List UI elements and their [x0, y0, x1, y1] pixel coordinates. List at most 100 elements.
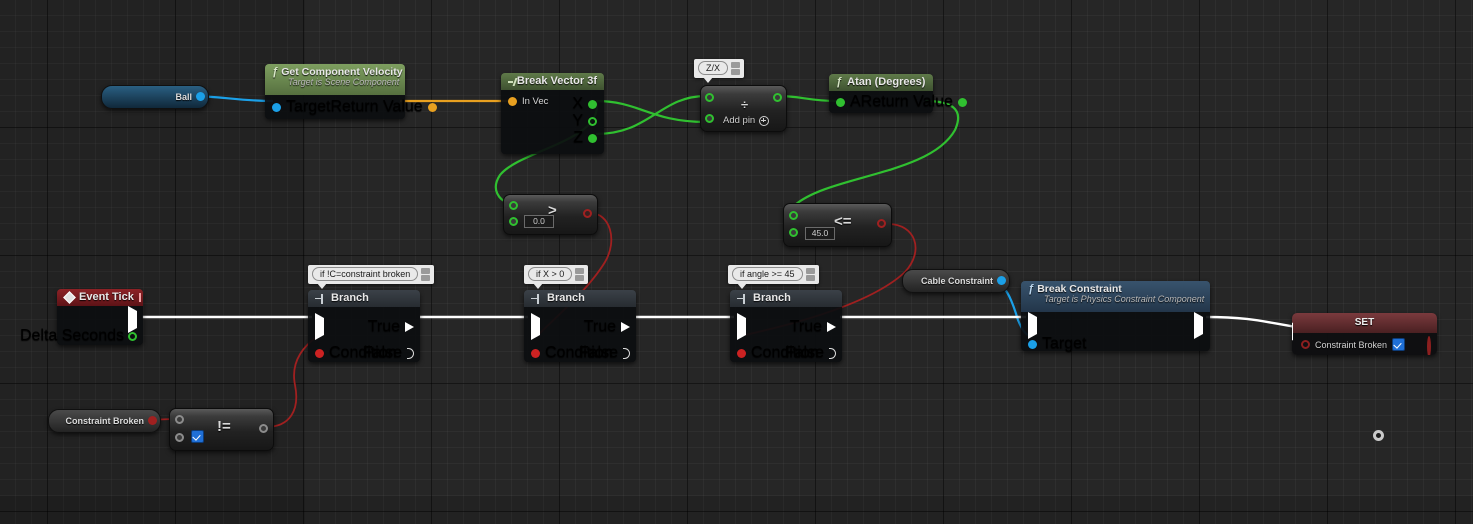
pin-divide-output[interactable]	[773, 93, 782, 102]
pin-divide-input-b[interactable]	[705, 114, 714, 123]
pin-exec-output[interactable]	[1194, 312, 1203, 339]
constraint-broken-checkbox[interactable]	[1392, 338, 1406, 351]
pin-false-output[interactable]	[829, 347, 836, 359]
pin-ne-input-a[interactable]	[175, 415, 184, 424]
function-icon: ƒ	[272, 66, 279, 78]
node-branch-2[interactable]: Branch Condition True False	[524, 290, 636, 362]
pin-z-output[interactable]	[588, 133, 597, 143]
comment-bubble-buttons[interactable]	[731, 61, 741, 75]
comment-pin-icon[interactable]	[575, 267, 585, 274]
pin-divide-input-a[interactable]	[705, 93, 714, 102]
node-greater-than[interactable]: 0.0 >	[503, 194, 598, 235]
node-divide[interactable]: ÷ Add pin	[700, 85, 787, 132]
variable-cable-constraint[interactable]: Cable Constraint	[902, 269, 1010, 293]
blueprint-graph-canvas[interactable]: Ball ƒ Get Component Velocity Target is …	[0, 0, 1473, 524]
comment-bubble-buttons[interactable]	[421, 267, 431, 281]
pin-in-vec-input[interactable]	[508, 97, 517, 106]
pin-delta-seconds-output[interactable]	[128, 331, 137, 341]
pin-z-label: Z	[573, 129, 583, 146]
node-title: Branch	[753, 292, 791, 304]
pin-in-vec-label: In Vec	[522, 96, 549, 107]
pin-target-input[interactable]	[272, 102, 281, 112]
pin-ne-output[interactable]	[259, 424, 268, 433]
node-atan-degrees[interactable]: ƒ Atan (Degrees) A Return Value	[829, 74, 967, 113]
comment-pin-icon[interactable]	[805, 267, 815, 274]
pin-target-input[interactable]	[1028, 339, 1037, 349]
pin-a-input[interactable]	[836, 97, 845, 107]
node-body: Delta Seconds	[20, 306, 143, 345]
add-pin-button[interactable]: Add pin	[723, 115, 770, 126]
pin-gt-input-a[interactable]	[509, 201, 518, 210]
pin-le-input-b[interactable]	[789, 228, 798, 237]
variable-constraint-broken[interactable]: Constraint Broken	[48, 409, 161, 433]
pin-condition-input[interactable]	[315, 348, 324, 358]
node-set-constraint-broken[interactable]: SET Constraint Broken	[1292, 313, 1437, 355]
pin-return-value-output[interactable]	[957, 97, 967, 107]
comment-pin-icon[interactable]	[731, 61, 741, 68]
node-break-constraint[interactable]: ƒ Break Constraint Target is Physics Con…	[1021, 281, 1210, 352]
node-not-equal[interactable]: !=	[169, 408, 274, 451]
pin-constraint-broken-output[interactable]	[1427, 336, 1431, 355]
pin-ne-input-b[interactable]	[175, 433, 184, 442]
pin-y-output[interactable]	[588, 116, 597, 126]
node-get-component-velocity[interactable]: ƒ Get Component Velocity Target is Scene…	[265, 64, 437, 119]
pin-true-output[interactable]	[405, 322, 414, 332]
comment-collapse-icon[interactable]	[421, 274, 431, 281]
pin-return-value-output[interactable]	[427, 102, 437, 112]
pin-exec-input[interactable]	[1292, 318, 1293, 345]
pin-gt-output[interactable]	[583, 209, 592, 218]
pin-le-output[interactable]	[877, 219, 886, 228]
comment-collapse-icon[interactable]	[731, 68, 741, 75]
reroute-knot[interactable]	[1373, 430, 1384, 441]
comment-bubble-branch-1[interactable]: if !C=constraint broken	[308, 265, 435, 289]
pin-false-label: False	[578, 344, 618, 361]
node-break-vector-3f[interactable]: Break Vector 3f In Vec X Y Z	[501, 73, 604, 154]
pin-constraint-broken-input[interactable]	[1301, 340, 1310, 349]
variable-constraint-broken-label: Constraint Broken	[65, 416, 144, 426]
comment-bubble-buttons[interactable]	[575, 267, 585, 281]
pin-condition-input[interactable]	[531, 348, 540, 358]
comment-bubble-branch-3[interactable]: if angle >= 45	[728, 265, 819, 289]
comment-bubble-buttons[interactable]	[805, 267, 815, 281]
pin-true-output[interactable]	[621, 322, 630, 332]
node-less-equal[interactable]: 45.0 <=	[783, 203, 892, 247]
pin-true-output[interactable]	[827, 322, 836, 332]
set-node-title: SET	[1292, 313, 1437, 333]
node-branch-3[interactable]: Branch Condition True False	[730, 290, 842, 362]
variable-ball[interactable]: Ball	[101, 85, 209, 109]
set-variable-label: Constraint Broken	[1315, 339, 1388, 350]
pin-exec-input[interactable]	[315, 313, 324, 340]
event-breakpoint-icon[interactable]	[138, 293, 141, 302]
pin-false-label: False	[362, 344, 402, 361]
pin-constraint-broken-output[interactable]	[148, 416, 157, 425]
pin-exec-input[interactable]	[1028, 312, 1037, 339]
pin-x-label: X	[572, 95, 583, 112]
node-body: Target	[1021, 312, 1210, 352]
le-value-field[interactable]: 45.0	[805, 227, 835, 240]
pin-cable-constraint-output[interactable]	[997, 276, 1006, 285]
comment-collapse-icon[interactable]	[575, 274, 585, 281]
pin-condition-input[interactable]	[737, 348, 746, 358]
node-body: In Vec X Y Z	[501, 90, 604, 154]
not-equal-value-checkbox[interactable]	[191, 430, 204, 443]
plus-circle-icon[interactable]	[759, 115, 770, 126]
pin-x-output[interactable]	[588, 99, 597, 109]
pin-delta-seconds-label: Delta Seconds	[19, 327, 124, 344]
pin-exec-input[interactable]	[531, 313, 540, 340]
node-header: Branch	[730, 290, 842, 307]
pin-le-input-a[interactable]	[789, 211, 798, 220]
comment-pin-icon[interactable]	[421, 267, 431, 274]
pin-exec-input[interactable]	[737, 313, 746, 340]
comment-bubble-text: if angle >= 45	[732, 267, 803, 281]
pin-return-value-label: Return Value	[330, 98, 423, 115]
comment-bubble-branch-2[interactable]: if X > 0	[524, 265, 589, 289]
pin-false-output[interactable]	[407, 347, 414, 359]
pin-gt-input-b[interactable]	[509, 217, 518, 226]
pin-return-value-label: Return Value	[860, 93, 953, 110]
node-branch-1[interactable]: Branch Condition True False	[308, 290, 420, 362]
pin-false-output[interactable]	[623, 347, 630, 359]
node-event-tick[interactable]: Event Tick Delta Seconds	[20, 289, 143, 345]
comment-collapse-icon[interactable]	[805, 274, 815, 281]
pin-ball-output[interactable]	[196, 92, 205, 101]
comment-bubble-divide[interactable]: Z/X	[694, 59, 745, 83]
